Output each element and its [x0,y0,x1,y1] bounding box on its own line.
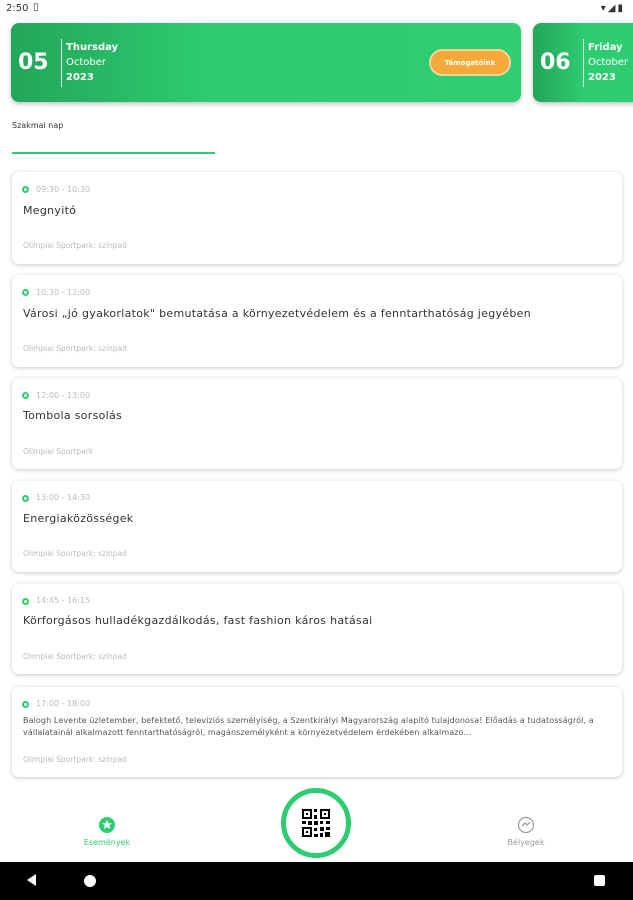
nav-stamps-label: Bélyegek [507,838,545,847]
event-time: 17:00 - 18:00 [36,699,91,708]
event-dot-icon [22,598,29,605]
event-time: 13:00 - 14:30 [36,493,91,502]
event-card[interactable]: 13:00 - 14:30 Energiaközösségek Olimpiai… [12,481,622,572]
event-place: Olimpiai Sportpark: színpad [23,344,127,353]
date-day-number: 06 [540,50,571,75]
status-time: 2:50 [6,3,29,14]
event-title: Városi „jó gyakorlatok" bemutatása a kör… [23,307,531,320]
date-details: Thursday October 2023 [66,40,118,85]
event-time: 10:30 - 12:00 [36,288,91,297]
event-place: Olimpiai Sportpark: színpad [23,241,127,250]
star-badge-icon [99,817,115,833]
nav-stamps[interactable]: Bélyegek [481,816,571,847]
date-year: 2023 [588,72,616,83]
date-month: October [588,57,629,68]
back-icon[interactable] [27,874,36,886]
nav-events-label: Események [83,838,131,847]
date-weekday: Thursday [66,42,119,53]
status-bar: 2:50 ▯ ▾◢▮ [0,0,633,18]
date-year: 2023 [66,72,94,83]
event-title: Megnyitó [23,204,77,217]
date-month: October [66,57,107,68]
event-description: Balogh Levente üzletember, befektető, te… [23,716,594,737]
date-weekday: Friday [588,42,623,53]
date-divider [583,39,584,87]
event-dot-icon [22,701,29,708]
event-dot-icon [22,289,29,296]
event-card[interactable]: 17:00 - 18:00 Balogh Levente üzletember,… [12,687,622,777]
recent-apps-icon[interactable] [594,875,605,886]
event-title: Körforgásos hulladékgazdálkodás, fast fa… [23,614,373,627]
date-divider [61,39,62,87]
event-time: 14:45 - 16:15 [36,596,91,605]
status-icons: ▾◢▮ [601,3,625,14]
date-card-thursday[interactable]: 05 Thursday October 2023 Támogatóink [11,23,521,102]
event-dot-icon [22,495,29,502]
event-place: Olimpiai Sportpark: színpad [23,755,127,764]
event-card[interactable]: 12:00 - 13:00 Tombola sorsolás Olimpiai … [12,378,622,469]
event-place: Olimpiai Sportpark: színpad [23,652,127,661]
event-dot-icon [22,392,29,399]
wifi-icon: ▾ [600,3,608,14]
tab-indicator [12,152,215,154]
sponsors-button[interactable]: Támogatóink [429,49,511,76]
event-time: 09:30 - 10:30 [36,185,91,194]
event-card[interactable]: 14:45 - 16:15 Körforgásos hulladékgazdál… [12,584,622,674]
qr-code-icon [302,809,330,837]
event-place: Olimpiai Sportpark [23,447,94,456]
date-details: Friday October 2023 [588,40,628,85]
nav-events[interactable]: Események [62,816,152,847]
event-title: Energiaközösségek [23,512,134,525]
event-time: 12:00 - 13:00 [36,391,91,400]
event-dot-icon [22,186,29,193]
tab-szakmai-nap[interactable]: Szakmai nap [12,121,63,130]
event-place: Olimpiai Sportpark: színpad [23,549,127,558]
system-navigation-bar [0,862,633,900]
date-card-friday[interactable]: 06 Friday October 2023 [533,23,633,102]
home-icon[interactable] [84,875,96,887]
event-card[interactable]: 09:30 - 10:30 Megnyitó Olimpiai Sportpar… [12,172,622,264]
stamp-icon [517,816,535,834]
date-day-number: 05 [18,50,49,75]
qr-scan-button[interactable] [281,788,351,858]
battery-icon: ▮ [617,3,625,14]
event-card[interactable]: 10:30 - 12:00 Városi „jó gyakorlatok" be… [12,275,622,367]
sim-card-icon: ▯ [33,2,39,13]
event-title: Tombola sorsolás [23,409,123,422]
